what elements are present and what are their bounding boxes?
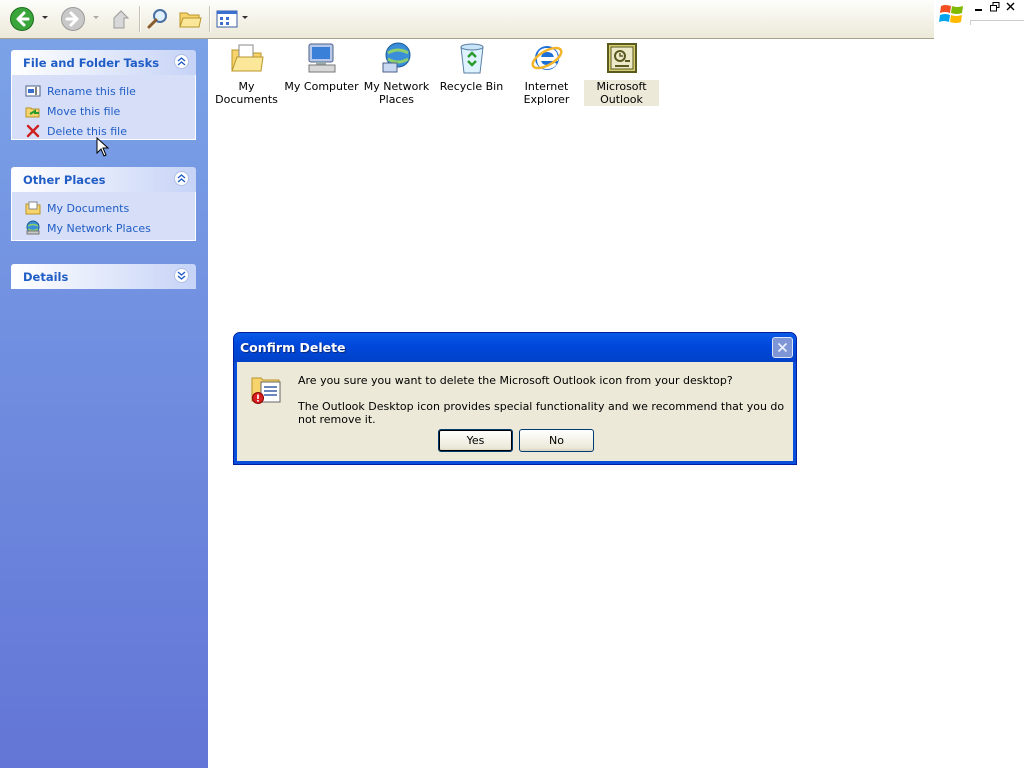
dialog-body: Are you sure you want to delete the Micr… — [237, 362, 793, 461]
my-documents-icon — [24, 200, 41, 216]
move-icon — [24, 103, 41, 119]
panel-body: Rename this file Move this file Delete t… — [11, 75, 196, 140]
collapse-button[interactable] — [174, 171, 189, 186]
delete-icon — [24, 123, 41, 139]
panel-title: File and Folder Tasks — [23, 56, 160, 70]
search-icon — [147, 9, 167, 29]
task-pane: File and Folder Tasks Rename this file M… — [0, 39, 208, 768]
back-button[interactable] — [8, 5, 36, 33]
icon-label: Microsoft Outlook — [584, 80, 659, 106]
restore-button[interactable] — [990, 2, 1000, 12]
no-button[interactable]: No — [519, 429, 594, 452]
forward-dropdown-icon[interactable] — [93, 16, 99, 19]
close-window-button[interactable] — [1006, 2, 1016, 12]
views-dropdown-icon[interactable] — [242, 16, 248, 19]
up-folder-icon — [113, 10, 130, 29]
chevron-up-icon — [177, 174, 186, 183]
collapse-button[interactable] — [174, 54, 189, 69]
minimize-button[interactable] — [974, 2, 984, 12]
restore-icon — [990, 2, 1000, 12]
place-label: My Network Places — [47, 221, 151, 235]
dialog-titlebar[interactable]: Confirm Delete — [234, 333, 796, 362]
windows-logo-icon — [939, 5, 963, 23]
network-places-icon — [379, 40, 415, 76]
toolbar-separator — [209, 6, 211, 32]
outlook-icon — [604, 40, 640, 76]
task-rename-file[interactable]: Rename this file — [24, 81, 195, 101]
file-folder-tasks-header[interactable]: File and Folder Tasks — [11, 50, 196, 75]
panel-title: Other Places — [23, 173, 106, 187]
recycle-bin-icon — [454, 40, 490, 76]
task-label: Rename this file — [47, 84, 136, 98]
toolbar-separator — [139, 6, 141, 32]
expand-button[interactable] — [174, 268, 189, 283]
window-controls-area — [934, 0, 1024, 38]
file-folder-tasks-panel: File and Folder Tasks Rename this file M… — [11, 50, 196, 140]
rename-icon — [24, 83, 41, 99]
icon-label: Internet Explorer — [523, 80, 570, 106]
place-my-documents[interactable]: My Documents — [24, 198, 195, 218]
my-computer-icon — [304, 40, 340, 76]
close-icon — [1006, 2, 1015, 11]
desktop-icon-my-documents[interactable]: My Documents — [209, 40, 284, 106]
address-bar-edge — [970, 20, 1024, 25]
place-my-network-places[interactable]: My Network Places — [24, 218, 195, 238]
icon-label: My Documents — [215, 80, 278, 106]
chevron-down-icon — [177, 271, 186, 280]
panel-title: Details — [23, 270, 69, 284]
icon-label: Recycle Bin — [439, 80, 504, 93]
desktop-icon-recycle-bin[interactable]: Recycle Bin — [434, 40, 509, 93]
my-documents-folder-icon — [229, 40, 265, 76]
task-move-file[interactable]: Move this file — [24, 101, 195, 121]
back-dropdown-icon[interactable] — [42, 16, 48, 19]
confirm-delete-dialog: Confirm Delete Are you sure you want to … — [233, 332, 797, 465]
dialog-message: Are you sure you want to delete the Micr… — [298, 374, 733, 387]
delete-warning-icon — [251, 377, 281, 404]
dialog-title: Confirm Delete — [240, 340, 346, 355]
other-places-panel: Other Places My Documents My Network Pla… — [11, 167, 196, 241]
place-label: My Documents — [47, 201, 130, 215]
dialog-close-button[interactable] — [772, 337, 793, 358]
views-icon — [216, 10, 238, 28]
desktop-icon-my-computer[interactable]: My Computer — [284, 40, 359, 93]
network-places-icon — [24, 220, 41, 236]
back-icon — [10, 7, 34, 31]
up-button[interactable] — [108, 5, 134, 33]
search-button[interactable] — [144, 5, 172, 33]
views-button[interactable] — [214, 5, 240, 33]
internet-explorer-icon — [529, 40, 565, 76]
forward-button[interactable] — [59, 5, 87, 33]
dialog-detail: The Outlook Desktop icon provides specia… — [298, 400, 785, 426]
task-label: Move this file — [47, 104, 121, 118]
folders-icon — [179, 12, 202, 28]
desktop-icon-my-network-places[interactable]: My Network Places — [359, 40, 434, 106]
details-header[interactable]: Details — [11, 264, 196, 289]
desktop-icon-microsoft-outlook[interactable]: Microsoft Outlook — [584, 40, 659, 106]
panel-body: My Documents My Network Places — [11, 192, 196, 241]
icon-label: My Network Places — [363, 80, 430, 106]
close-icon — [777, 342, 788, 353]
yes-button[interactable]: Yes — [438, 429, 513, 452]
desktop-icon-internet-explorer[interactable]: Internet Explorer — [509, 40, 584, 106]
minimize-icon — [975, 9, 982, 11]
explorer-toolbar — [0, 0, 934, 39]
icon-label: My Computer — [284, 80, 359, 93]
folders-button[interactable] — [176, 5, 204, 33]
other-places-header[interactable]: Other Places — [11, 167, 196, 192]
details-panel: Details — [11, 264, 196, 289]
chevron-up-icon — [177, 57, 186, 66]
task-label: Delete this file — [47, 124, 127, 138]
mouse-cursor-icon — [96, 137, 110, 157]
forward-icon — [61, 7, 85, 31]
